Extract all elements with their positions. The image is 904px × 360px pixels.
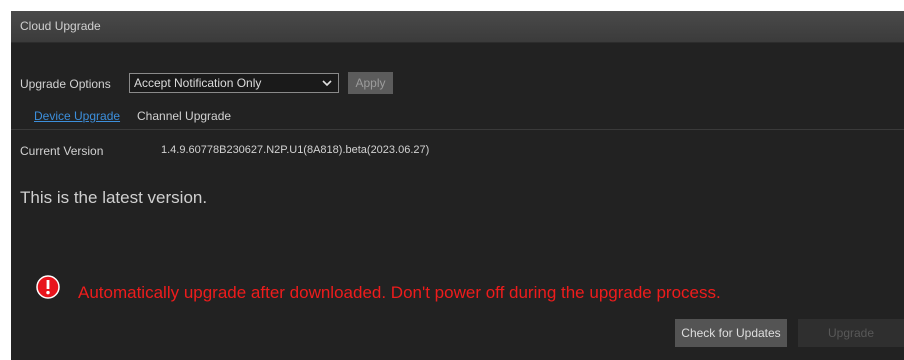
upgrade-warning-text: Automatically upgrade after downloaded. … (78, 283, 721, 302)
current-version-label: Current Version (20, 144, 104, 158)
tab-channel-upgrade[interactable]: Channel Upgrade (137, 109, 231, 123)
upgrade-options-select[interactable]: Accept Notification Only (129, 73, 339, 93)
chevron-down-icon (322, 80, 332, 87)
upgrade-options-label: Upgrade Options (20, 77, 111, 91)
title-bar: Cloud Upgrade (11, 11, 904, 43)
cloud-upgrade-window: Cloud Upgrade Upgrade Options Accept Not… (11, 11, 904, 360)
upgrade-options-value: Accept Notification Only (134, 76, 262, 90)
apply-button[interactable]: Apply (348, 72, 393, 94)
upgrade-button[interactable]: Upgrade (798, 319, 904, 347)
tab-device-upgrade[interactable]: Device Upgrade (34, 109, 120, 123)
latest-version-status: This is the latest version. (20, 188, 208, 207)
check-for-updates-button[interactable]: Check for Updates (675, 319, 787, 347)
divider (11, 129, 904, 130)
current-version-value: 1.4.9.60778B230627.N2P.U1(8A818).beta(20… (161, 144, 430, 156)
window-title: Cloud Upgrade (20, 19, 101, 33)
info-icon (36, 275, 60, 299)
